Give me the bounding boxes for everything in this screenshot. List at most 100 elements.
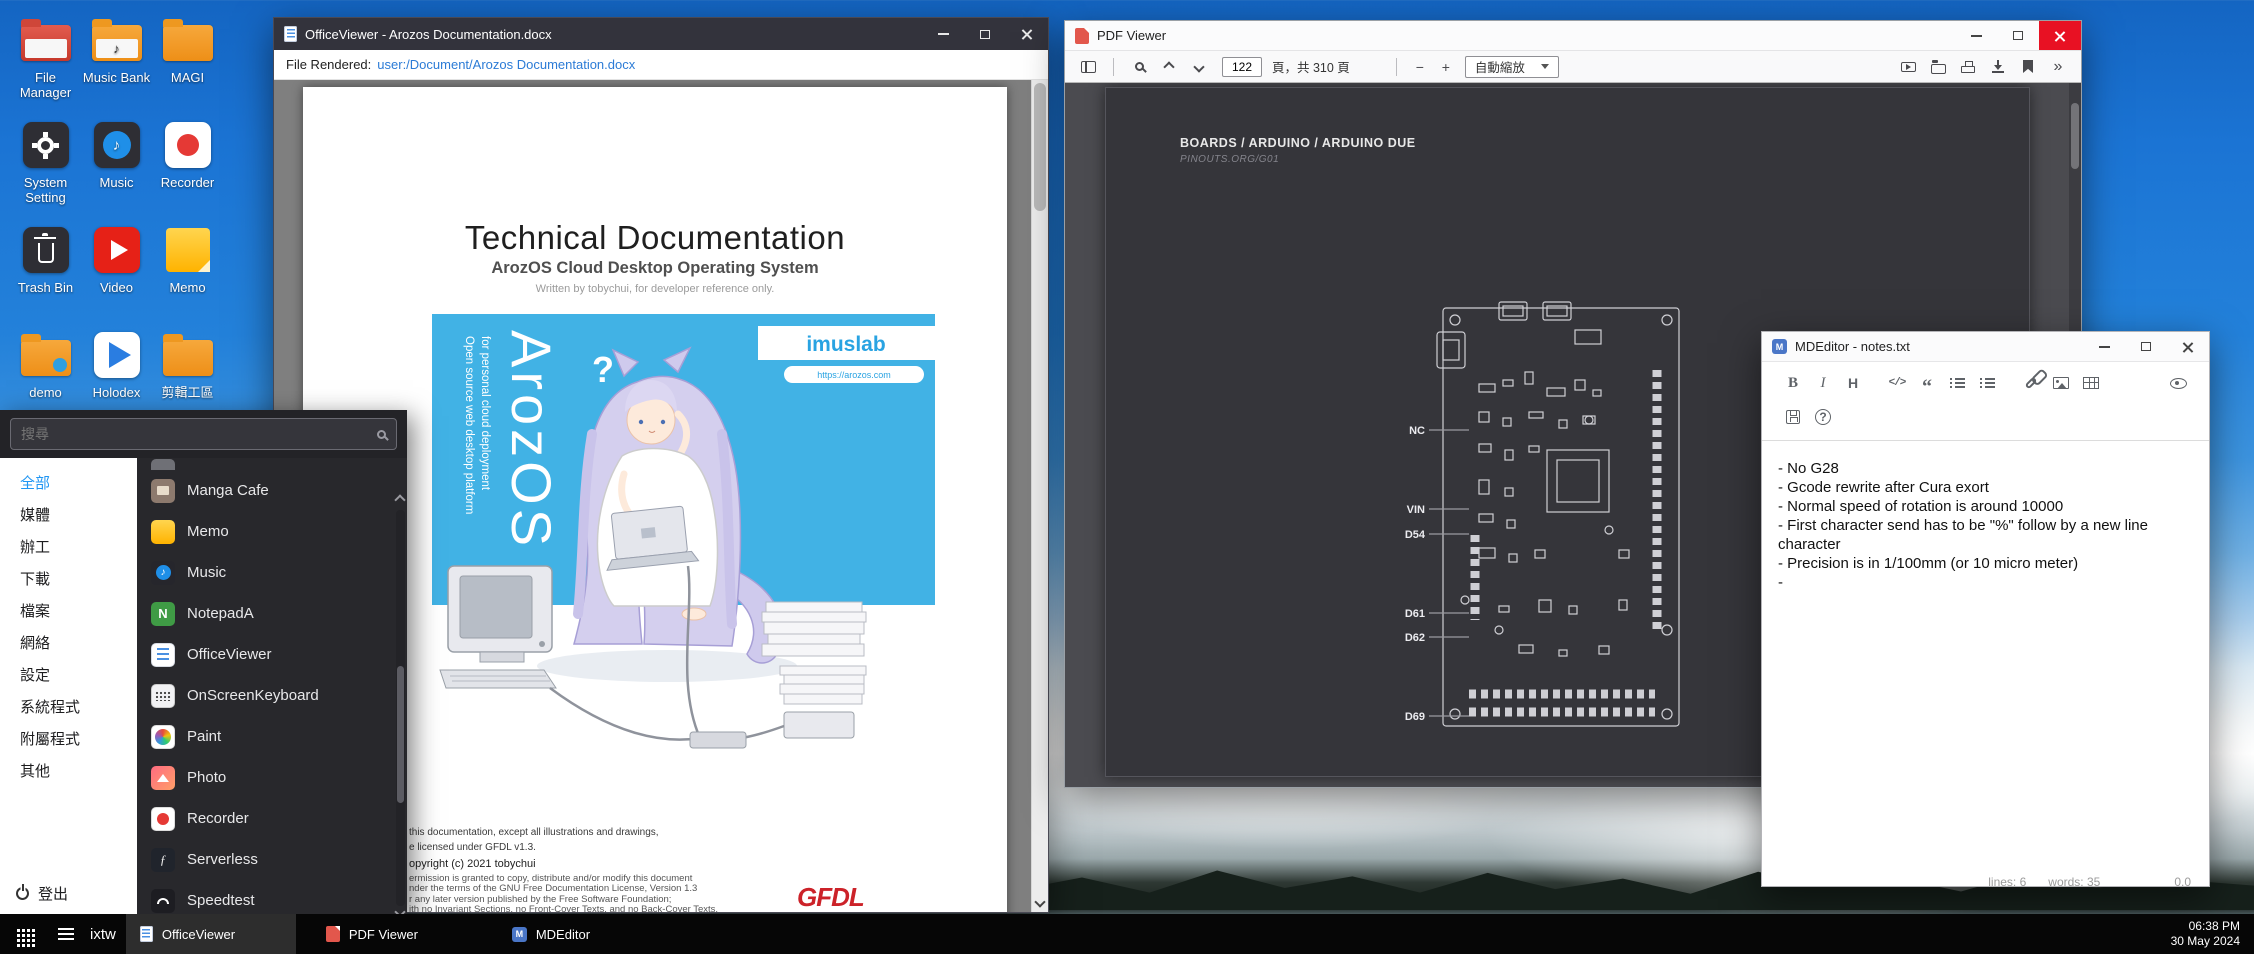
- desktop-icon-music-bank[interactable]: ♪ Music Bank: [81, 14, 152, 119]
- category-other[interactable]: 其他: [0, 756, 137, 788]
- desktop-icon-memo[interactable]: Memo: [152, 224, 223, 329]
- category-files[interactable]: 檔案: [0, 596, 137, 628]
- minimize-button[interactable]: [922, 18, 964, 50]
- mdeditor-icon: M: [512, 927, 527, 942]
- start-button[interactable]: [0, 914, 44, 954]
- category-media[interactable]: 媒體: [0, 500, 137, 532]
- illustration-brand: ArozOS: [500, 330, 563, 550]
- menu-button[interactable]: [44, 914, 88, 954]
- taskbar-button-officeviewer[interactable]: OfficeViewer: [126, 914, 296, 954]
- maximize-button[interactable]: [1997, 21, 2039, 50]
- zoom-out-button[interactable]: −: [1409, 55, 1431, 79]
- desktop-icon-file-manager[interactable]: File Manager: [10, 14, 81, 119]
- taskbar-button-mdeditor[interactable]: M MDEditor: [498, 914, 668, 954]
- pdf-icon: [1075, 28, 1089, 44]
- preview-button[interactable]: [2163, 370, 2193, 396]
- desktop-icon-system-setting[interactable]: System Setting: [10, 119, 81, 224]
- pdf-titlebar[interactable]: PDF Viewer: [1065, 21, 2081, 51]
- app-item-manga-cafe[interactable]: Manga Cafe: [137, 470, 407, 511]
- open-file-button[interactable]: [1925, 55, 1951, 79]
- category-download[interactable]: 下載: [0, 564, 137, 596]
- app-item-notepada[interactable]: NNotepadA: [137, 593, 407, 634]
- search-input[interactable]: [21, 426, 377, 442]
- document-icon: [151, 643, 175, 667]
- app-item-memo[interactable]: Memo: [137, 511, 407, 552]
- desktop-icon-recorder[interactable]: Recorder: [152, 119, 223, 224]
- quote-button[interactable]: “: [1912, 370, 1942, 396]
- minimize-button[interactable]: [2083, 332, 2125, 361]
- scrollbar-thumb[interactable]: [2071, 103, 2079, 169]
- desktop-icon-magi[interactable]: MAGI: [152, 14, 223, 119]
- app-item-officeviewer[interactable]: OfficeViewer: [137, 634, 407, 675]
- category-all[interactable]: 全部: [0, 468, 137, 500]
- heading-button[interactable]: H: [1838, 370, 1868, 396]
- app-item-serverless[interactable]: ƒServerless: [137, 839, 407, 880]
- doc-title: Technical Documentation: [303, 219, 1007, 257]
- app-item-onscreenkeyboard[interactable]: OnScreenKeyboard: [137, 675, 407, 716]
- more-tools-button[interactable]: »: [2045, 55, 2071, 79]
- app-item-recorder[interactable]: Recorder: [137, 798, 407, 839]
- editor-statusbar: lines: 6 words: 35 0.0: [1762, 873, 2209, 892]
- folder-badge-icon: [21, 340, 71, 376]
- app-item-music[interactable]: ♪Music: [137, 552, 407, 593]
- file-rendered-bar: File Rendered: user:/Document/Arozos Doc…: [274, 50, 1048, 80]
- app-item-partial[interactable]: [137, 458, 407, 470]
- category-accessories[interactable]: 附屬程式: [0, 724, 137, 756]
- officeviewer-titlebar[interactable]: OfficeViewer - Arozos Documentation.docx: [274, 18, 1048, 50]
- search-button[interactable]: [1126, 55, 1152, 79]
- italic-button[interactable]: I: [1808, 370, 1838, 396]
- logout-button[interactable]: 登出: [16, 883, 68, 904]
- scroll-down-button[interactable]: [1032, 892, 1048, 912]
- save-button[interactable]: [1778, 404, 1808, 430]
- sidebar-toggle-button[interactable]: [1075, 55, 1101, 79]
- category-office[interactable]: 辦工: [0, 532, 137, 564]
- help-button[interactable]: ?: [1808, 404, 1838, 430]
- start-menu: 全部 媒體 辦工 下載 檔案 網絡 設定 系統程式 附屬程式 其他 登出 Man…: [0, 410, 407, 914]
- app-item-paint[interactable]: Paint: [137, 716, 407, 757]
- next-page-button[interactable]: [1186, 55, 1212, 79]
- play-icon: [94, 227, 140, 273]
- zoom-select[interactable]: 自動縮放: [1465, 56, 1559, 78]
- bold-button[interactable]: B: [1778, 370, 1808, 396]
- code-button[interactable]: </>: [1882, 370, 1912, 396]
- taskbar-button-pdf-viewer[interactable]: PDF Viewer: [312, 914, 482, 954]
- previous-page-button[interactable]: [1156, 55, 1182, 79]
- bullet-list-button[interactable]: [1942, 370, 1972, 396]
- office-scrollbar[interactable]: [1031, 80, 1048, 912]
- maximize-button[interactable]: [964, 18, 1006, 50]
- scrollbar-thumb[interactable]: [397, 666, 404, 803]
- start-menu-search-bar: [0, 410, 407, 458]
- download-button[interactable]: [1985, 55, 2011, 79]
- desktop-icon-video[interactable]: Video: [81, 224, 152, 329]
- close-button[interactable]: [2167, 332, 2209, 361]
- page-number-input[interactable]: [1222, 57, 1262, 77]
- desktop-icon-label: Video: [81, 280, 152, 295]
- desktop-icon-trash-bin[interactable]: Trash Bin: [10, 224, 81, 329]
- desktop-icon-label: Trash Bin: [10, 280, 81, 295]
- numbered-list-button[interactable]: [1972, 370, 2002, 396]
- start-menu-categories: 全部 媒體 辦工 下載 檔案 網絡 設定 系統程式 附屬程式 其他 登出: [0, 458, 137, 914]
- editor-textarea[interactable]: - No G28 - Gcode rewrite after Cura exor…: [1762, 441, 2209, 889]
- close-button[interactable]: [2039, 21, 2081, 50]
- image-button[interactable]: [2046, 370, 2076, 396]
- desktop-icon-music[interactable]: ♪ Music: [81, 119, 152, 224]
- scrollbar-thumb[interactable]: [1034, 83, 1046, 211]
- maximize-button[interactable]: [2125, 332, 2167, 361]
- bookmark-button[interactable]: [2015, 55, 2041, 79]
- file-path-link[interactable]: user:/Document/Arozos Documentation.docx: [377, 57, 635, 72]
- clock[interactable]: 06:38 PM 30 May 2024: [2171, 919, 2254, 949]
- app-item-speedtest[interactable]: Speedtest: [137, 880, 407, 914]
- app-list-scrollbar[interactable]: [396, 510, 405, 906]
- presentation-mode-button[interactable]: [1895, 55, 1921, 79]
- table-button[interactable]: [2076, 370, 2106, 396]
- category-network[interactable]: 網絡: [0, 628, 137, 660]
- close-button[interactable]: [1006, 18, 1048, 50]
- mdeditor-titlebar[interactable]: M MDEditor - notes.txt: [1762, 332, 2209, 362]
- print-button[interactable]: [1955, 55, 1981, 79]
- app-item-photo[interactable]: Photo: [137, 757, 407, 798]
- minimize-button[interactable]: [1955, 21, 1997, 50]
- category-system[interactable]: 系統程式: [0, 692, 137, 724]
- link-button[interactable]: [2016, 370, 2046, 396]
- category-settings[interactable]: 設定: [0, 660, 137, 692]
- zoom-in-button[interactable]: +: [1435, 55, 1457, 79]
